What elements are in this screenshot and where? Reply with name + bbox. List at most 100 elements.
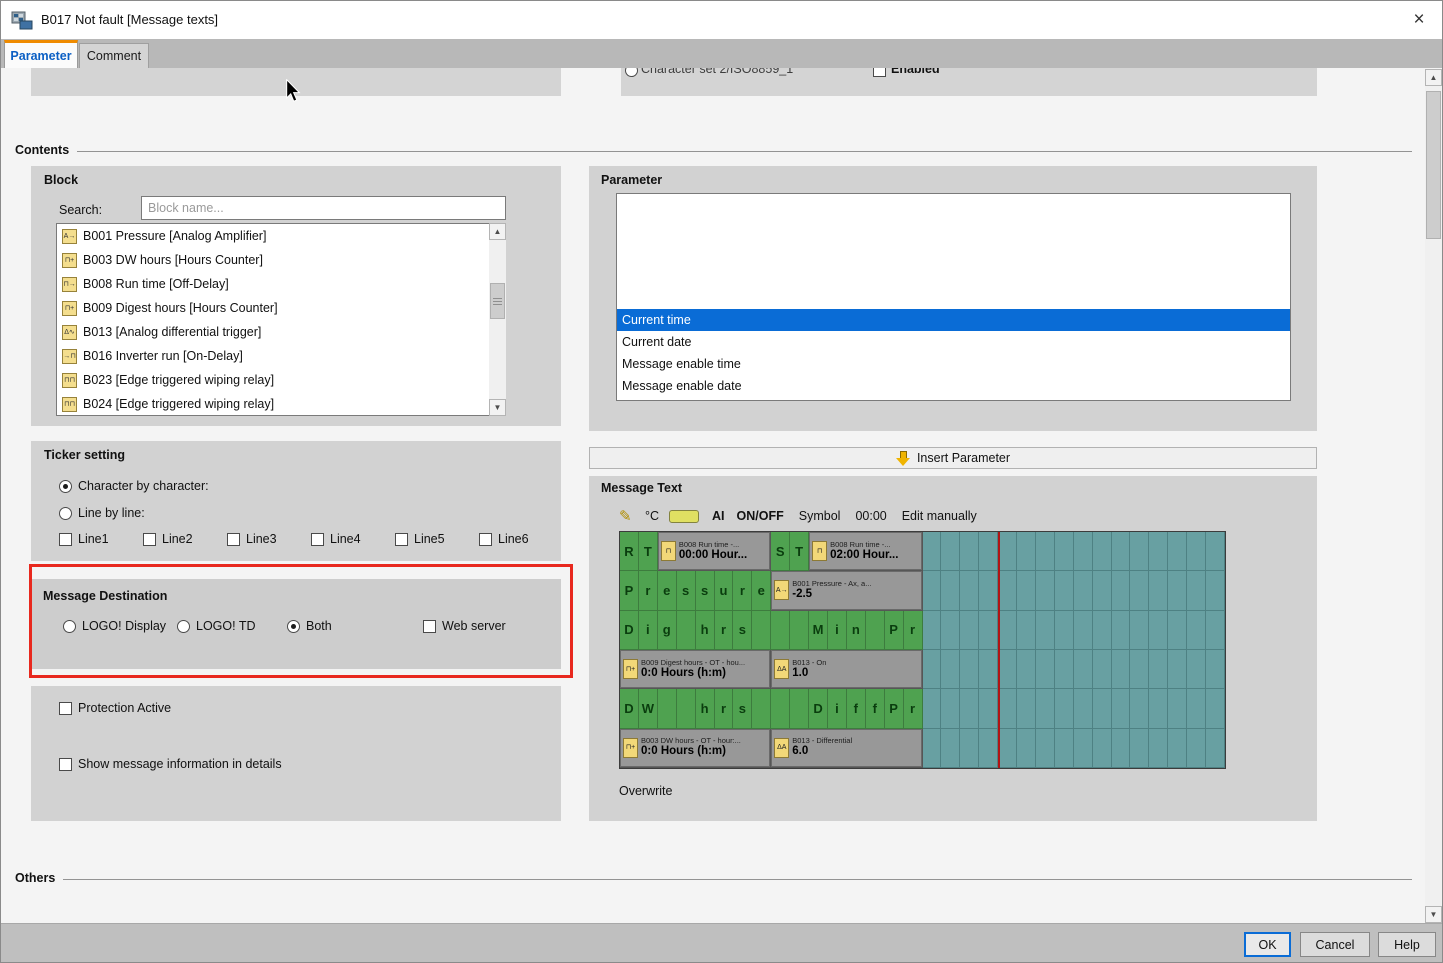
- grid-char-cell[interactable]: f: [866, 689, 885, 728]
- grid-empty-cell[interactable]: [1206, 729, 1225, 768]
- grid-param-cell[interactable]: ⊓B008 Run time -...02:00 Hour...: [809, 532, 922, 571]
- grid-char-cell[interactable]: [752, 689, 771, 728]
- grid-empty-cell[interactable]: [960, 532, 979, 571]
- grid-char-cell[interactable]: g: [658, 611, 677, 650]
- grid-char-cell[interactable]: P: [885, 689, 904, 728]
- grid-char-cell[interactable]: M: [809, 611, 828, 650]
- grid-char-cell[interactable]: r: [715, 689, 734, 728]
- grid-empty-cell[interactable]: [1017, 571, 1036, 610]
- grid-empty-cell[interactable]: [1149, 729, 1168, 768]
- grid-empty-cell[interactable]: [1206, 689, 1225, 728]
- block-list-item[interactable]: ⊓+ B003 DW hours [Hours Counter]: [57, 248, 488, 272]
- scrollbar-thumb[interactable]: [490, 283, 505, 319]
- grid-param-cell[interactable]: ⊓+B003 DW hours - OT - hour:...0:0 Hours…: [620, 729, 771, 768]
- grid-empty-cell[interactable]: [1187, 532, 1206, 571]
- grid-empty-cell[interactable]: [1168, 611, 1187, 650]
- grid-empty-cell[interactable]: [1149, 532, 1168, 571]
- grid-empty-cell[interactable]: [1017, 532, 1036, 571]
- grid-empty-cell[interactable]: [1074, 571, 1093, 610]
- grid-empty-cell[interactable]: [1149, 650, 1168, 689]
- grid-empty-cell[interactable]: [1168, 689, 1187, 728]
- grid-empty-cell[interactable]: [1074, 650, 1093, 689]
- grid-empty-cell[interactable]: [1036, 650, 1055, 689]
- grid-char-cell[interactable]: r: [904, 689, 923, 728]
- grid-char-cell[interactable]: [677, 689, 696, 728]
- character-set-radio[interactable]: [625, 68, 638, 77]
- grid-empty-cell[interactable]: [1017, 689, 1036, 728]
- grid-param-cell[interactable]: A→B001 Pressure - Ax, a...-2.5: [771, 571, 922, 610]
- grid-char-cell[interactable]: [677, 611, 696, 650]
- line-checkbox[interactable]: Line6: [479, 532, 563, 546]
- grid-char-cell[interactable]: D: [809, 689, 828, 728]
- line-checkbox[interactable]: Line2: [143, 532, 227, 546]
- scrollbar-thumb[interactable]: [1426, 91, 1441, 239]
- grid-empty-cell[interactable]: [1206, 532, 1225, 571]
- grid-char-cell[interactable]: e: [658, 571, 677, 610]
- protection-active-checkbox[interactable]: Protection Active: [59, 701, 171, 715]
- grid-empty-cell[interactable]: [941, 729, 960, 768]
- grid-empty-cell[interactable]: [923, 571, 942, 610]
- grid-char-cell[interactable]: r: [904, 611, 923, 650]
- grid-empty-cell[interactable]: [1093, 571, 1112, 610]
- grid-char-cell[interactable]: r: [715, 611, 734, 650]
- grid-empty-cell[interactable]: [1017, 611, 1036, 650]
- grid-empty-cell[interactable]: [1168, 729, 1187, 768]
- grid-empty-cell[interactable]: [1149, 571, 1168, 610]
- parameter-list-item[interactable]: Current time: [617, 309, 1290, 331]
- grid-char-cell[interactable]: s: [677, 571, 696, 610]
- grid-empty-cell[interactable]: [1055, 689, 1074, 728]
- grid-empty-cell[interactable]: [1036, 729, 1055, 768]
- grid-empty-cell[interactable]: [1130, 650, 1149, 689]
- grid-empty-cell[interactable]: [1093, 689, 1112, 728]
- grid-char-cell[interactable]: r: [639, 571, 658, 610]
- grid-empty-cell[interactable]: [1130, 571, 1149, 610]
- grid-empty-cell[interactable]: [1074, 689, 1093, 728]
- grid-empty-cell[interactable]: [1017, 650, 1036, 689]
- grid-char-cell[interactable]: R: [620, 532, 639, 571]
- grid-empty-cell[interactable]: [1055, 650, 1074, 689]
- grid-char-cell[interactable]: [752, 611, 771, 650]
- grid-empty-cell[interactable]: [1130, 611, 1149, 650]
- parameter-list-item[interactable]: Message enable date: [617, 375, 1290, 397]
- destination-radio[interactable]: Both: [287, 619, 332, 633]
- grid-empty-cell[interactable]: [960, 650, 979, 689]
- grid-char-cell[interactable]: e: [752, 571, 771, 610]
- grid-char-cell[interactable]: S: [771, 532, 790, 571]
- grid-char-cell[interactable]: T: [639, 532, 658, 571]
- symbol-button[interactable]: Symbol: [799, 509, 841, 523]
- grid-empty-cell[interactable]: [923, 611, 942, 650]
- grid-empty-cell[interactable]: [960, 611, 979, 650]
- grid-empty-cell[interactable]: [1206, 611, 1225, 650]
- grid-empty-cell[interactable]: [1168, 571, 1187, 610]
- grid-char-cell[interactable]: [866, 611, 885, 650]
- grid-char-cell[interactable]: P: [620, 571, 639, 610]
- grid-char-cell[interactable]: s: [696, 571, 715, 610]
- tab-parameter[interactable]: Parameter: [4, 40, 78, 68]
- ok-button[interactable]: OK: [1244, 932, 1291, 957]
- edit-pencil-icon[interactable]: ✎: [619, 507, 641, 525]
- grid-char-cell[interactable]: u: [715, 571, 734, 610]
- scroll-down-arrow-icon[interactable]: ▼: [489, 399, 506, 416]
- grid-char-cell[interactable]: i: [828, 611, 847, 650]
- grid-char-cell[interactable]: f: [847, 689, 866, 728]
- line-checkbox[interactable]: Line3: [227, 532, 311, 546]
- grid-empty-cell[interactable]: [1093, 729, 1112, 768]
- grid-empty-cell[interactable]: [1074, 532, 1093, 571]
- block-search-input[interactable]: [141, 196, 506, 220]
- scroll-up-arrow-icon[interactable]: ▲: [489, 223, 506, 240]
- grid-empty-cell[interactable]: [1112, 532, 1131, 571]
- grid-empty-cell[interactable]: [960, 571, 979, 610]
- grid-empty-cell[interactable]: [1168, 650, 1187, 689]
- grid-empty-cell[interactable]: [1187, 611, 1206, 650]
- grid-empty-cell[interactable]: [1206, 571, 1225, 610]
- grid-empty-cell[interactable]: [979, 571, 998, 610]
- grid-empty-cell[interactable]: [1055, 729, 1074, 768]
- grid-char-cell[interactable]: D: [620, 611, 639, 650]
- grid-empty-cell[interactable]: [923, 650, 942, 689]
- grid-char-cell[interactable]: h: [696, 611, 715, 650]
- character-by-character-radio[interactable]: Character by character:: [59, 479, 209, 493]
- grid-empty-cell[interactable]: [960, 729, 979, 768]
- grid-empty-cell[interactable]: [960, 689, 979, 728]
- grid-empty-cell[interactable]: [1187, 729, 1206, 768]
- grid-param-cell[interactable]: ΔAB013 - Differential6.0: [771, 729, 922, 768]
